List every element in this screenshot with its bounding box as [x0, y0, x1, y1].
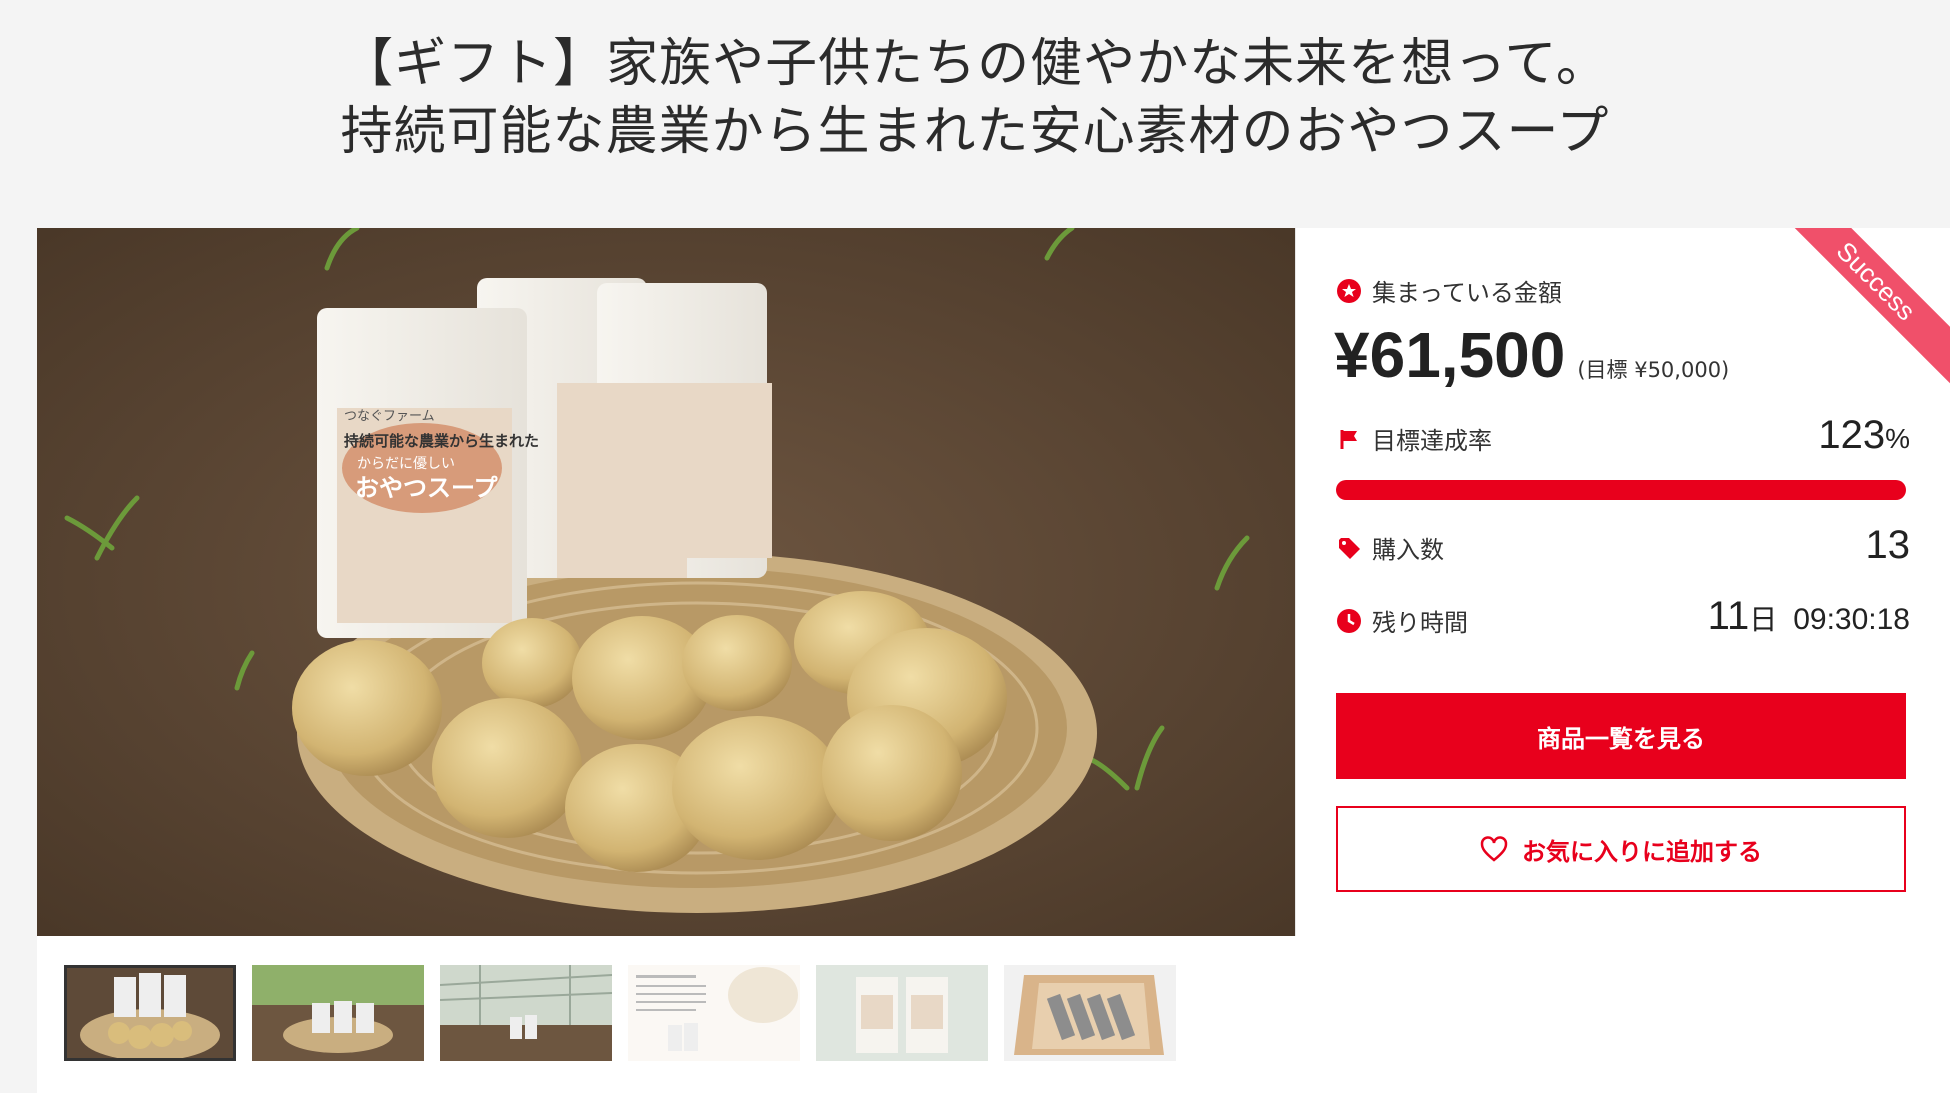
- title-line-2: 持続可能な農業から生まれた安心素材のおやつスープ: [340, 102, 1610, 162]
- progress-bar: [1336, 480, 1906, 500]
- rate-unit: %: [1885, 423, 1910, 454]
- clock-icon: [1336, 608, 1362, 634]
- thumb-box-packs[interactable]: [1004, 965, 1176, 1061]
- thumb-greenhouse[interactable]: [440, 965, 612, 1061]
- success-ribbon: Success: [1769, 228, 1950, 388]
- collected-row: 集まっている金額: [1336, 273, 1562, 308]
- pack-name-text: おやつスープ: [355, 474, 499, 502]
- main-product-image[interactable]: つなぐファーム 持続可能な農業から生まれた からだに優しい おやつスープ: [37, 228, 1295, 936]
- project-card: つなぐファーム 持続可能な農業から生まれた からだに優しい おやつスープ Suc…: [37, 228, 1950, 1093]
- goal-amount: (目標 ¥50,000): [1577, 358, 1730, 382]
- star-icon: [1336, 278, 1362, 304]
- flag-icon: [1336, 426, 1362, 452]
- time-clock: 09:30:18: [1793, 603, 1910, 636]
- purchases-label: 購入数: [1372, 536, 1444, 564]
- thumbnail-strip: [64, 965, 1176, 1061]
- view-products-button[interactable]: 商品一覧を見る: [1336, 693, 1906, 779]
- pack-tagline-text: 持続可能な農業から生まれた: [344, 432, 539, 450]
- collected-label: 集まっている金額: [1372, 279, 1562, 307]
- time-label: 残り時間: [1372, 609, 1468, 637]
- purchases-row: 購入数: [1336, 530, 1444, 565]
- rate-value: 123%: [1818, 413, 1910, 458]
- title-line-1: 【ギフト】家族や子供たちの健やかな未来を想って。: [341, 34, 1609, 94]
- thumb-field-packs[interactable]: [252, 965, 424, 1061]
- purchases-value: 13: [1865, 523, 1911, 567]
- rate-label: 目標達成率: [1372, 427, 1492, 455]
- rate-number: 123: [1818, 413, 1886, 457]
- time-row: 残り時間: [1336, 603, 1468, 638]
- heart-icon: [1480, 836, 1508, 862]
- collected-amount: ¥61,500 (目標 ¥50,000): [1334, 318, 1729, 392]
- rate-row: 目標達成率: [1336, 421, 1492, 456]
- tag-icon: [1336, 535, 1362, 561]
- add-favorite-button[interactable]: お気に入りに追加する: [1336, 806, 1906, 892]
- amount-value: ¥61,500: [1334, 319, 1566, 391]
- pack-sub-text: からだに優しい: [357, 456, 455, 472]
- thumb-potatoes-basket[interactable]: [64, 965, 236, 1061]
- thumb-two-packs[interactable]: [816, 965, 988, 1061]
- time-days: 11: [1707, 594, 1750, 638]
- page-title: 【ギフト】家族や子供たちの健やかな未来を想って。 持続可能な農業から生まれた安心…: [0, 30, 1950, 166]
- add-favorite-label: お気に入りに追加する: [1522, 837, 1762, 866]
- time-value: 11 日 09:30:18: [1708, 594, 1910, 639]
- funding-panel: Success 集まっている金額 ¥61,500 (目標 ¥50,000) 目標…: [1295, 228, 1950, 936]
- thumb-product-features[interactable]: [628, 965, 800, 1061]
- time-days-unit: 日: [1749, 603, 1778, 636]
- pack-brand-text: つなぐファーム: [344, 409, 435, 424]
